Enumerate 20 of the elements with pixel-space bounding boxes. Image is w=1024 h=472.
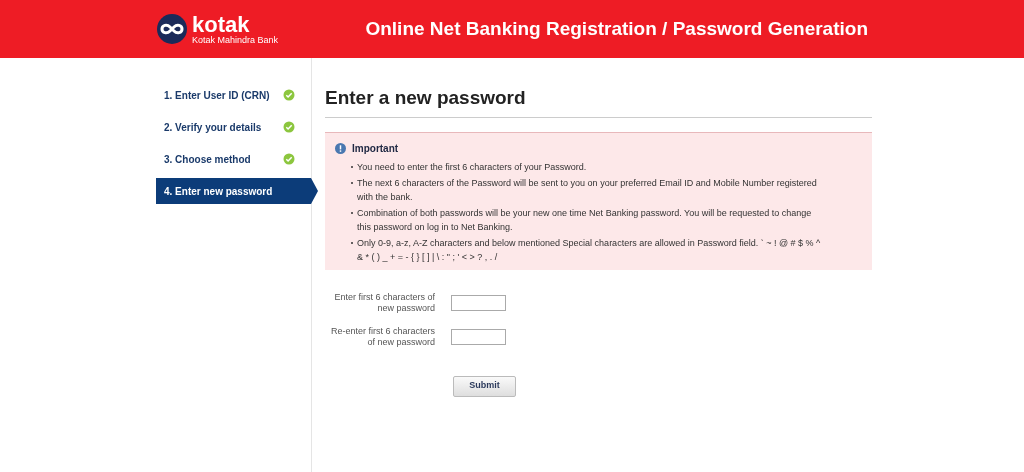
info-icon: [335, 142, 346, 154]
step-item[interactable]: 4. Enter new password: [156, 178, 318, 204]
notice-text: You need to enter the first 6 characters of your Password.: [357, 160, 587, 174]
section-heading: Enter a new password: [325, 84, 872, 118]
notice-text: Combination of both passwords will be your new one time Net Banking password. You will be requested to change this password on log in to Net Banking.: [357, 206, 813, 234]
logo-subtitle: Kotak Mahindra Bank: [192, 35, 279, 45]
field-label: Enter first 6 characters of new password: [333, 291, 435, 314]
password-field[interactable]: [451, 294, 506, 311]
logo-name: kotak: [192, 13, 250, 36]
logo-icon: [156, 13, 188, 45]
field-label: Re-enter first 6 characters of new password: [329, 325, 435, 348]
submit-button[interactable]: Submit: [453, 375, 516, 397]
notice-title: Important: [352, 141, 399, 156]
step-item[interactable]: 3. Choose method: [156, 146, 311, 172]
password-field[interactable]: [451, 328, 506, 345]
notice-text: Only 0-9, a-z, A-Z characters and below mentioned Special characters are allowed in Password field. ` ~ ! @ # $ % ^ & * ( ) _ + = - { } [ ] | \ : " ; ' < > ? , . /: [357, 236, 822, 264]
step-item[interactable]: 2. Verify your details: [156, 114, 311, 140]
page-title: Online Net Banking Registration / Password Generation: [365, 16, 868, 41]
notice-text: The next 6 characters of the Password will be sent to you on your preferred Email ID and Mobile Number registered with the bank.: [357, 176, 818, 204]
step-item[interactable]: 1. Enter User ID (CRN): [156, 82, 311, 108]
